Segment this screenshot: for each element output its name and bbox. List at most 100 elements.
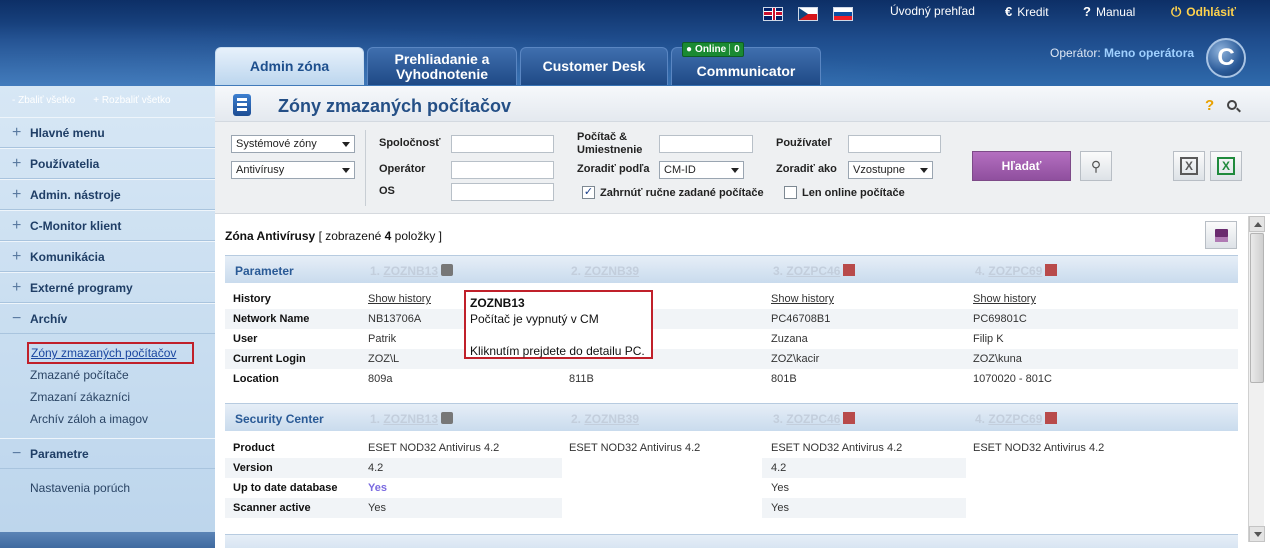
plus-icon: + xyxy=(12,216,22,234)
pc-location-input[interactable] xyxy=(659,135,753,153)
scroll-up-arrow-icon[interactable] xyxy=(1249,216,1265,232)
tooltip-status: Počítač je vypnutý v CM xyxy=(470,312,599,326)
sidebar-subitem-deleted-computers[interactable]: Zmazané počítače xyxy=(30,368,129,382)
sort-by-value: CM-ID xyxy=(664,164,696,176)
sidebar-item-external-programs[interactable]: + Externé programy xyxy=(0,272,215,303)
computer-header-4[interactable]: 4. ZOZPC69 xyxy=(975,412,1058,426)
section-name: Parameter xyxy=(235,264,294,278)
cell: 811B xyxy=(569,373,594,385)
sidebar-subitem-fault-settings[interactable]: Nastavenia porúch xyxy=(30,481,130,495)
show-history-link[interactable]: Show history xyxy=(973,293,1036,305)
flag-cz-icon[interactable] xyxy=(798,7,818,21)
show-history-link[interactable]: Show history xyxy=(368,293,431,305)
sidebar-item-label: Externé programy xyxy=(30,280,133,295)
sidebar-item-main-menu[interactable]: + Hlavné menu xyxy=(0,117,215,148)
row-label: User xyxy=(233,333,258,345)
sidebar-item-users[interactable]: + Používatelia xyxy=(0,148,215,179)
computer-link[interactable]: ZOZPC69 xyxy=(988,264,1042,278)
search-button[interactable]: Hľadať xyxy=(972,151,1071,181)
empty-cell xyxy=(562,498,762,518)
table-row: Network Name NB13706A PC46708B1 PC69801C xyxy=(225,309,1238,329)
computer-header-1[interactable]: 1. ZOZNB13 xyxy=(370,412,454,426)
tab-reports[interactable]: Prehliadanie a Vyhodnotenie xyxy=(367,47,517,85)
manual-link[interactable]: ? Manual xyxy=(1083,4,1135,19)
computer-link[interactable]: ZOZNB39 xyxy=(584,264,639,278)
company-input[interactable] xyxy=(451,135,554,153)
sidebar-item-label: C-Monitor klient xyxy=(30,218,122,233)
row-label: Location xyxy=(233,373,279,385)
online-only-checkbox[interactable] xyxy=(784,186,797,199)
tab-customer-desk[interactable]: Customer Desk xyxy=(520,47,668,85)
computer-link[interactable]: ZOZPC46 xyxy=(786,264,840,278)
cell: ESET NOD32 Antivirus 4.2 xyxy=(973,442,1105,454)
computer-num: 1. xyxy=(370,412,381,426)
operator-input[interactable] xyxy=(451,161,554,179)
sidebar-item-parameters[interactable]: − Parametre xyxy=(0,438,215,469)
computer-link[interactable]: ZOZPC46 xyxy=(786,412,840,426)
export-excel-button[interactable]: X xyxy=(1173,151,1205,181)
overview-link[interactable]: Úvodný prehľad xyxy=(890,4,975,18)
logout-link[interactable]: ⏻ Odhlásiť xyxy=(1171,4,1236,20)
computer-link[interactable]: ZOZNB13 xyxy=(383,264,438,278)
os-input[interactable] xyxy=(451,183,554,201)
save-button[interactable] xyxy=(1205,221,1237,249)
computer-header-3[interactable]: 3. ZOZPC46 xyxy=(773,412,856,426)
vertical-scrollbar[interactable] xyxy=(1248,216,1265,542)
zone-select[interactable]: Antivírusy xyxy=(231,161,355,179)
sidebar-item-archive[interactable]: − Archív xyxy=(0,303,215,334)
manual-pcs-checkbox[interactable]: ✓ xyxy=(582,186,595,199)
search-icon[interactable] xyxy=(1227,100,1237,110)
sidebar-item-label: Archív xyxy=(30,311,68,326)
sidebar-item-admin-tools[interactable]: + Admin. nástroje xyxy=(0,179,215,210)
excel-icon: X xyxy=(1217,157,1235,175)
user-input[interactable] xyxy=(848,135,941,153)
row-label: Version xyxy=(233,462,273,474)
sort-by-select[interactable]: CM-ID xyxy=(659,161,744,179)
plus-icon: + xyxy=(12,154,22,172)
computer-link[interactable]: ZOZNB39 xyxy=(584,412,639,426)
sidebar-subitem-deleted-zones[interactable]: Zóny zmazaných počítačov xyxy=(27,342,194,364)
sidebar-subitem-backup-archive[interactable]: Archív záloh a imagov xyxy=(30,412,148,426)
row-label: Current Login xyxy=(233,353,306,365)
scroll-thumb[interactable] xyxy=(1250,233,1264,383)
sort-order-select[interactable]: Vzostupne xyxy=(848,161,933,179)
expand-all-link[interactable]: + Rozbaliť všetko xyxy=(93,95,170,106)
flag-uk-icon[interactable] xyxy=(763,7,783,21)
computer-header-2[interactable]: 2. ZOZNB39 xyxy=(571,412,639,426)
sleep-icon xyxy=(843,412,856,424)
sidebar-item-cmonitor[interactable]: + C-Monitor klient xyxy=(0,210,215,241)
zone-type-select[interactable]: Systémové zóny xyxy=(231,135,355,153)
computer-header-1[interactable]: 1. ZOZNB13 xyxy=(370,264,454,278)
show-history-link[interactable]: Show history xyxy=(771,293,834,305)
sidebar-item-communication[interactable]: + Komunikácia xyxy=(0,241,215,272)
tooltip-hint: Kliknutím prejdete do detailu PC. xyxy=(470,344,645,358)
computer-header-2[interactable]: 2. ZOZNB39 xyxy=(571,264,639,278)
cell: Filip K xyxy=(973,333,1004,345)
advanced-search-button[interactable]: ⚲ xyxy=(1080,151,1112,181)
online-count: 0 xyxy=(729,44,740,55)
flag-sk-icon[interactable] xyxy=(833,7,853,21)
computer-header-4[interactable]: 4. ZOZPC69 xyxy=(975,264,1058,278)
sidebar: - Zbaliť všetko + Rozbaliť všetko + Hlavn… xyxy=(0,86,215,548)
export-excel-color-button[interactable]: X xyxy=(1210,151,1242,181)
tab-reports-label: Prehliadanie a Vyhodnotenie xyxy=(394,50,490,82)
computer-link[interactable]: ZOZNB13 xyxy=(383,412,438,426)
scroll-down-arrow-icon[interactable] xyxy=(1249,526,1265,542)
plus-icon: + xyxy=(12,247,22,265)
sidebar-subitem-deleted-customers[interactable]: Zmazaní zákazníci xyxy=(30,390,130,404)
computer-link[interactable]: ZOZPC69 xyxy=(988,412,1042,426)
overview-label: Úvodný prehľad xyxy=(890,4,975,18)
tab-admin-zone[interactable]: Admin zóna xyxy=(215,47,364,85)
computer-header-3[interactable]: 3. ZOZPC46 xyxy=(773,264,856,278)
collapse-all-link[interactable]: - Zbaliť všetko xyxy=(12,95,75,106)
section-header-security-center: Security Center 1. ZOZNB13 2. ZOZNB39 3.… xyxy=(225,403,1238,431)
cell: ESET NOD32 Antivirus 4.2 xyxy=(569,442,701,454)
cell: 809a xyxy=(368,373,393,385)
online-only-label: Len online počítače xyxy=(802,187,905,199)
credit-link[interactable]: € Kredit xyxy=(1005,4,1049,19)
online-status-badge: ● Online 0 xyxy=(682,42,744,57)
computer-num: 3. xyxy=(773,264,784,278)
computer-tooltip: ZOZNB13 Počítač je vypnutý v CM Kliknutí… xyxy=(464,290,653,359)
sort-by-label: Zoradiť podľa xyxy=(577,163,650,175)
help-icon[interactable]: ? xyxy=(1205,97,1214,114)
